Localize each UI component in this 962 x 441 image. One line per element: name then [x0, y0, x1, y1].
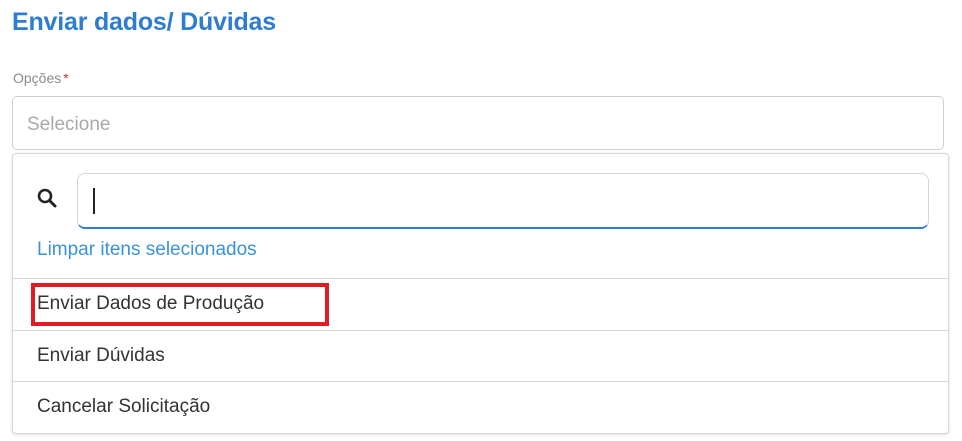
dropdown-search-input[interactable]: [77, 173, 929, 229]
search-icon: [37, 188, 57, 208]
required-asterisk: *: [63, 70, 69, 86]
option-enviar-duvidas[interactable]: Enviar Dúvidas: [13, 330, 948, 381]
options-field-label: Opções *: [13, 70, 69, 86]
option-label: Cancelar Solicitação: [37, 396, 211, 417]
option-cancelar-solicitacao[interactable]: Cancelar Solicitação: [13, 381, 948, 432]
page-title: Enviar dados/ Dúvidas: [12, 8, 276, 36]
options-label-text: Opções: [13, 70, 62, 86]
text-caret: [93, 188, 95, 214]
option-label: Enviar Dados de Produção: [37, 293, 265, 314]
options-dropdown-panel: Limpar itens selecionados Enviar Dados d…: [12, 153, 949, 434]
clear-selected-link[interactable]: Limpar itens selecionados: [37, 239, 257, 261]
option-label: Enviar Dúvidas: [37, 345, 165, 366]
select-placeholder: Selecione: [27, 114, 111, 135]
option-enviar-dados-producao[interactable]: Enviar Dados de Produção: [13, 278, 948, 329]
options-select[interactable]: Selecione: [12, 96, 944, 150]
